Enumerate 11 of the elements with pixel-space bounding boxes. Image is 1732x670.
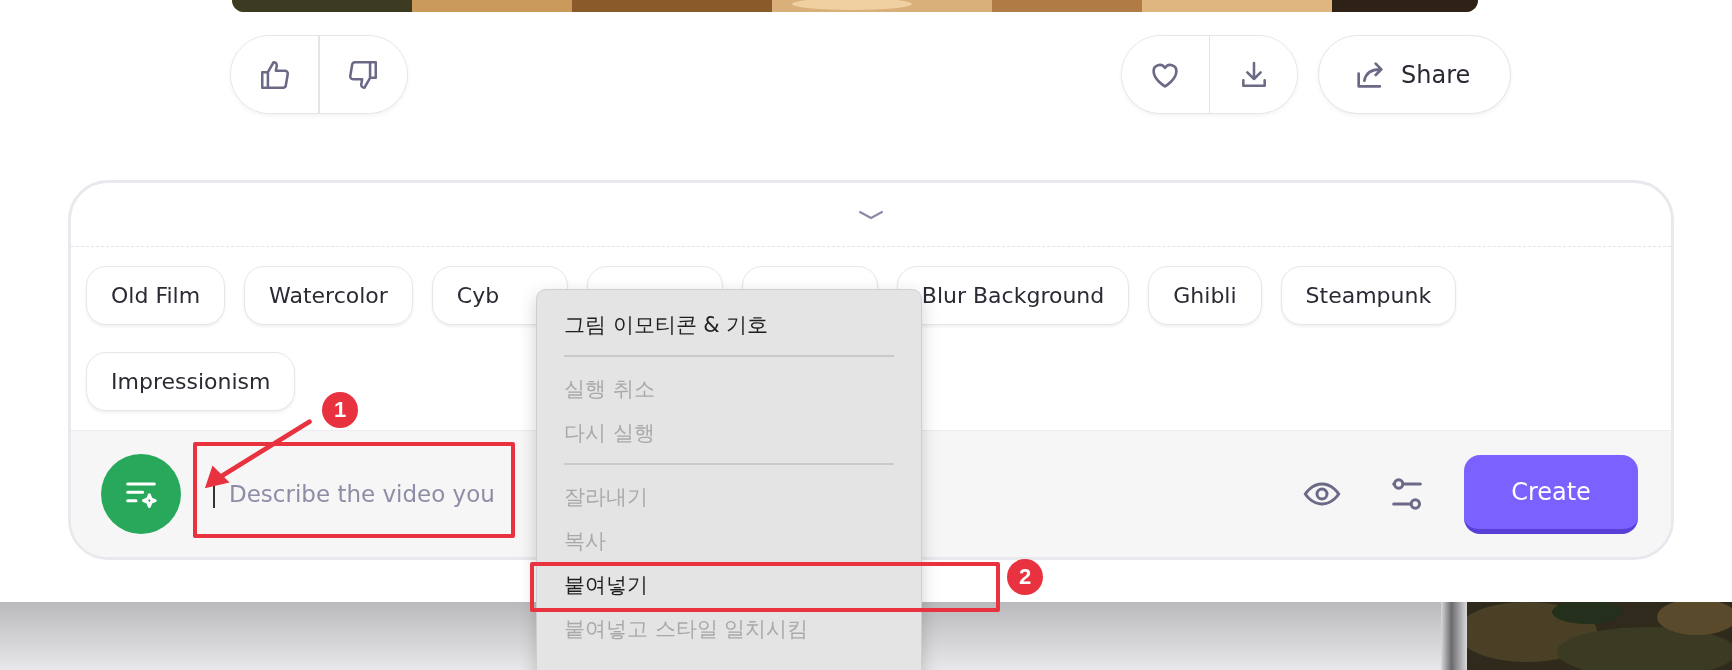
create-button[interactable]: Create — [1464, 454, 1638, 534]
style-chip[interactable]: Old Film — [86, 266, 226, 325]
step-badge: 2 — [1007, 559, 1043, 595]
style-chip[interactable]: Impressionism — [86, 352, 296, 411]
style-chip[interactable]: Steampunk — [1280, 266, 1457, 325]
prompt-input[interactable]: Describe the video you — [213, 480, 527, 508]
style-chip[interactable]: Ghibli — [1148, 266, 1262, 325]
style-chip[interactable]: Blur Background — [896, 266, 1130, 325]
style-chip[interactable]: Watercolor — [244, 266, 413, 325]
menu-item[interactable]: 붙여넣기 — [537, 570, 648, 600]
share-button[interactable]: Share — [1318, 35, 1511, 114]
